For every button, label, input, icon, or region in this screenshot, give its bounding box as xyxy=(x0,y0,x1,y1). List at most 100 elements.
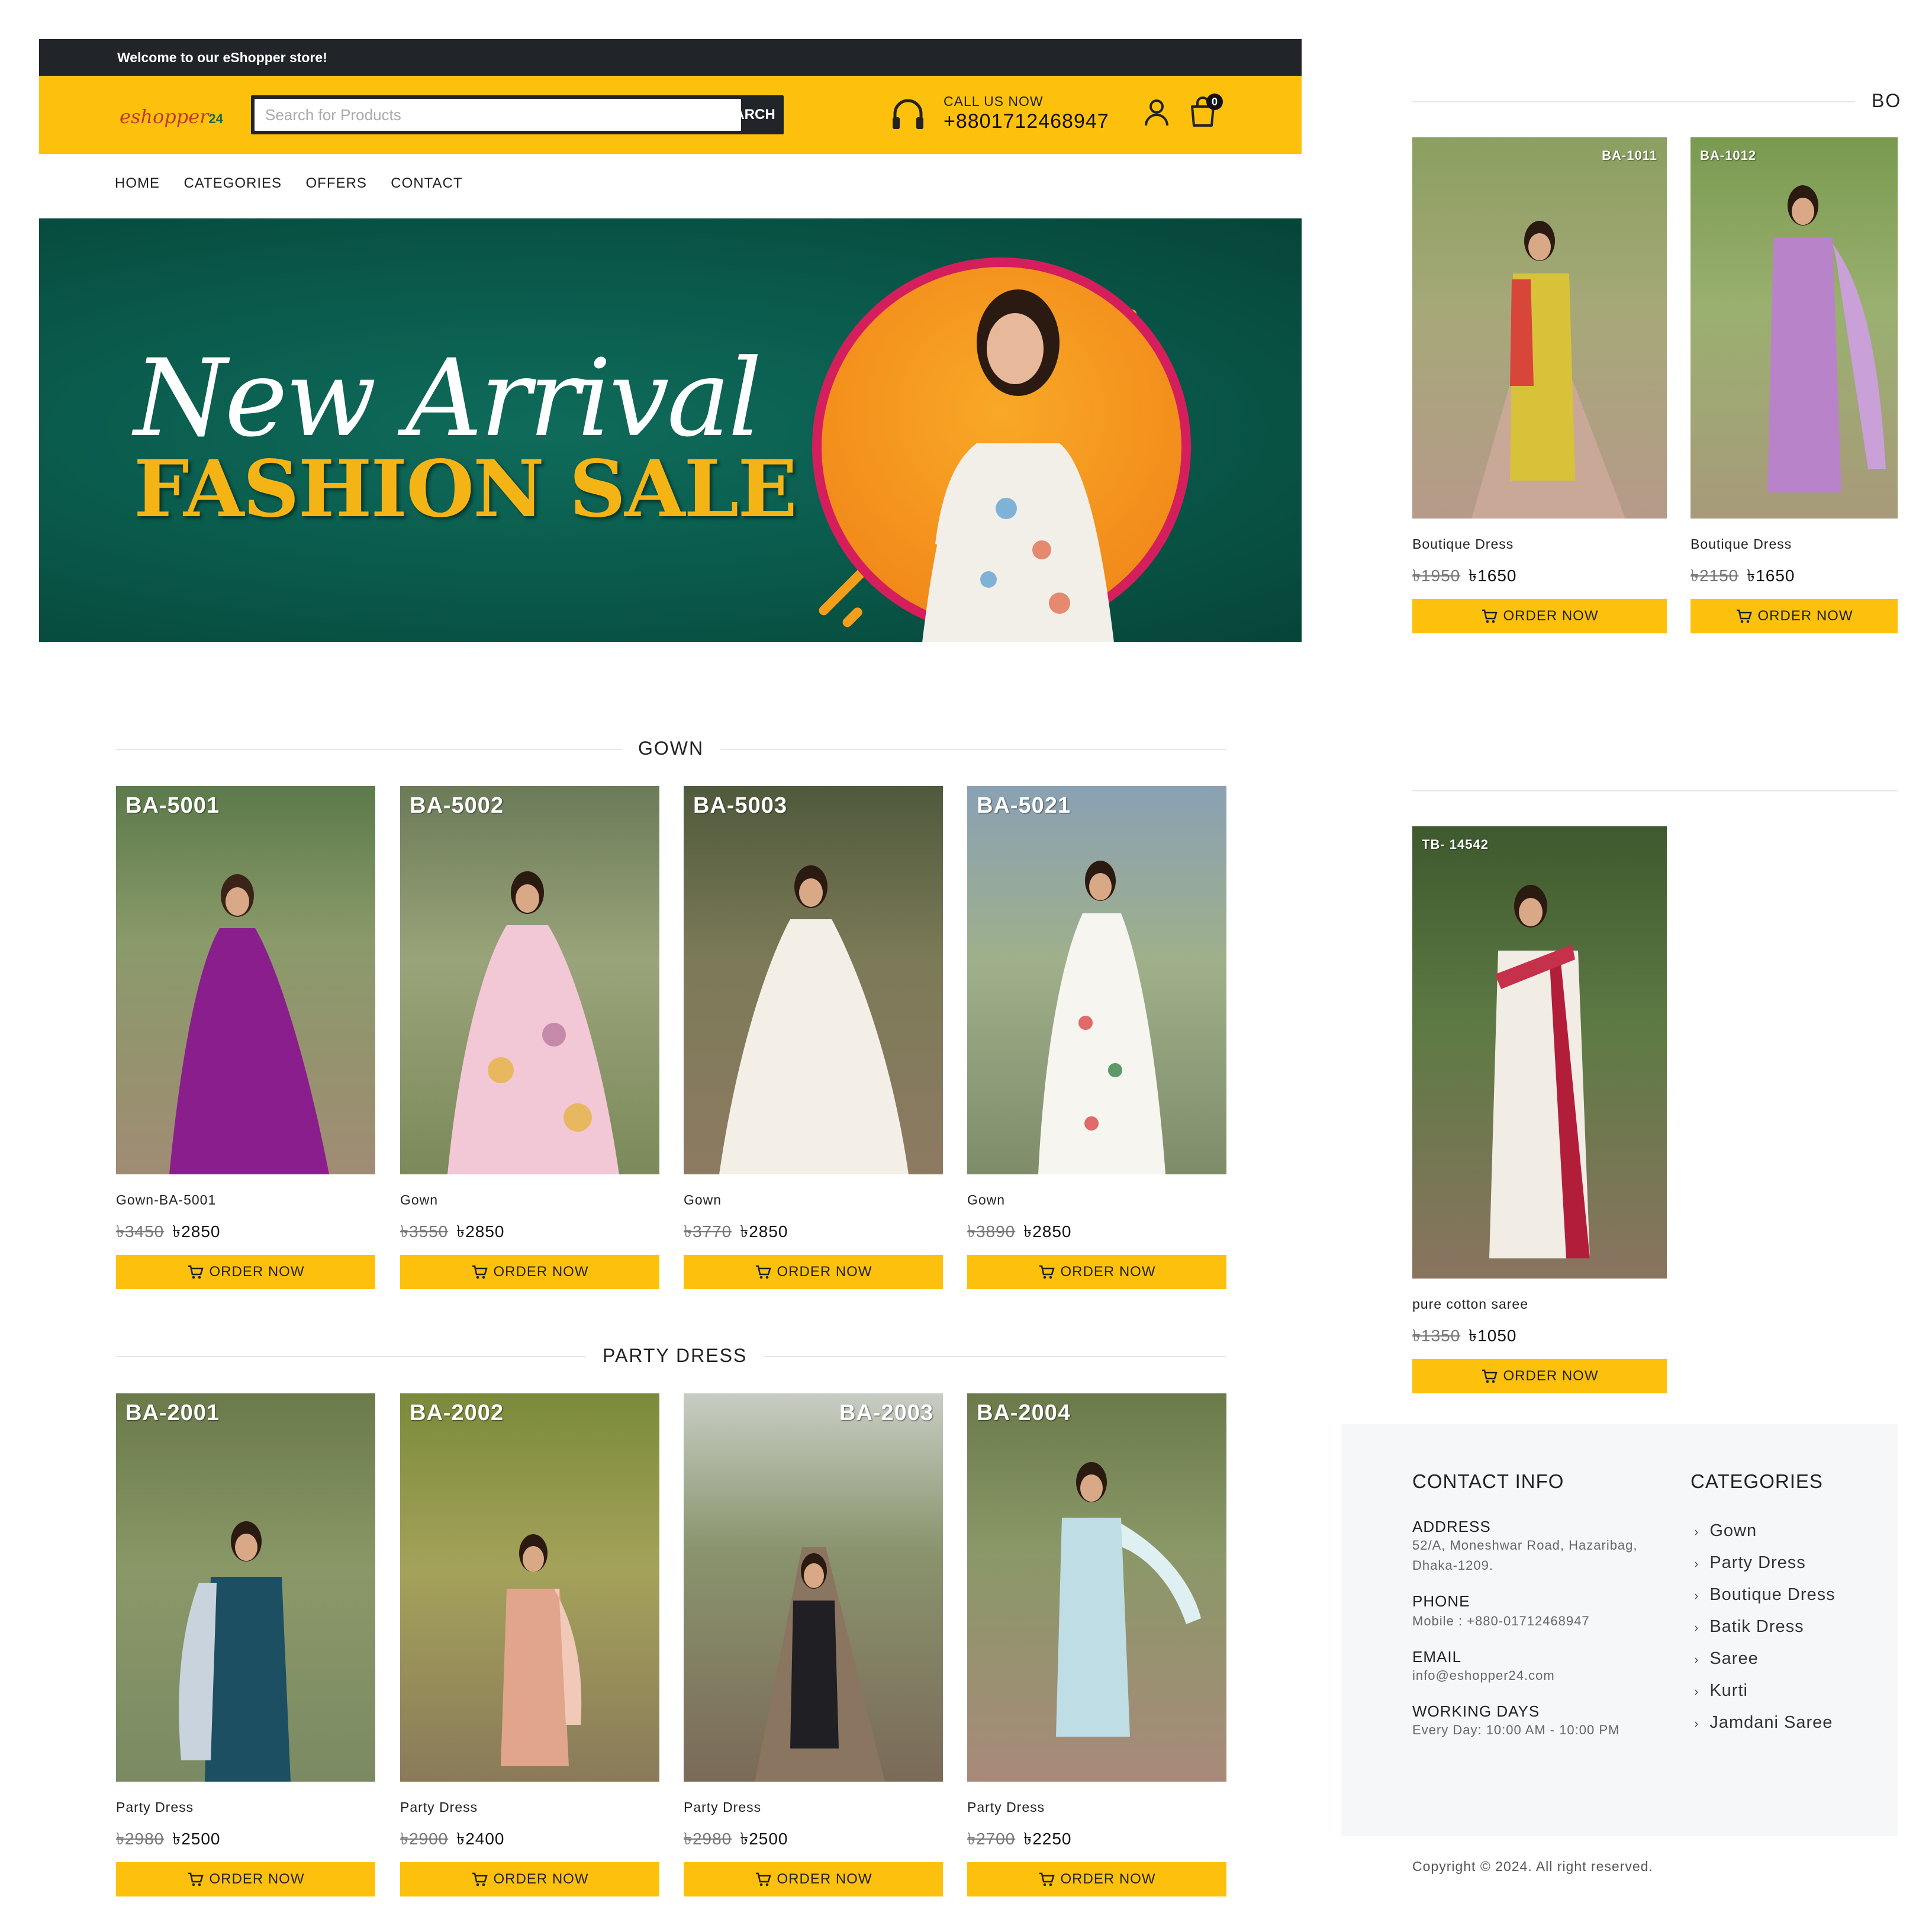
email-value[interactable]: info@eshopper24.com xyxy=(1412,1666,1555,1686)
product-code: BA-5002 xyxy=(410,793,504,818)
product-image[interactable]: BA-5021 xyxy=(967,786,1226,1174)
product-name[interactable]: Gown xyxy=(967,1192,1226,1208)
search-button[interactable]: SEARCH xyxy=(707,95,784,134)
product-photo xyxy=(447,871,619,1174)
new-price: ৳2850 xyxy=(740,1222,788,1241)
product-image[interactable]: TB- 14542 xyxy=(1412,826,1667,1279)
product-photo xyxy=(169,874,329,1174)
product-card[interactable]: BA-1012 Boutique Dress ৳2150 ৳1650 ORDER … xyxy=(1690,137,1898,633)
nav-home[interactable]: HOME xyxy=(115,175,160,192)
order-now-button[interactable]: ORDER NOW xyxy=(1412,599,1667,633)
phone-value[interactable]: Mobile : +880-01712468947 xyxy=(1412,1611,1590,1631)
product-image[interactable]: BA-2004 xyxy=(967,1393,1226,1782)
product-image[interactable]: BA-2002 xyxy=(400,1393,659,1782)
old-price: ৳3550 xyxy=(400,1222,449,1241)
order-now-button[interactable]: ORDER NOW xyxy=(684,1862,943,1896)
contact-info-heading: CONTACT INFO xyxy=(1412,1470,1564,1492)
search-input[interactable] xyxy=(255,99,741,131)
product-name[interactable]: pure cotton saree xyxy=(1412,1296,1667,1312)
product-card[interactable]: BA-2004 Party Dress ৳2700 ৳2250 ORDER NOW xyxy=(967,1393,1226,1896)
footer-category-kurti[interactable]: › Kurti xyxy=(1694,1681,1748,1701)
product-photo xyxy=(1056,1462,1201,1737)
product-image[interactable]: BA-2001 xyxy=(116,1393,375,1782)
product-price: ৳3890 ৳2850 xyxy=(967,1219,1226,1247)
product-name[interactable]: Party Dress xyxy=(400,1799,659,1815)
product-name[interactable]: Boutique Dress xyxy=(1412,536,1667,552)
product-name[interactable]: Party Dress xyxy=(967,1799,1226,1815)
product-card[interactable]: BA-5002 Gown ৳3550 ৳2850 ORDER NOW xyxy=(400,786,659,1289)
product-card[interactable]: BA-2003 Party Dress ৳2980 ৳2500 ORDER NOW xyxy=(684,1393,943,1896)
copyright-text: Copyright © 2024. All right reserved. xyxy=(1412,1859,1653,1874)
product-code: TB- 14542 xyxy=(1422,837,1489,852)
new-price: ৳1650 xyxy=(1747,566,1795,585)
product-image[interactable]: BA-5001 xyxy=(116,786,375,1174)
address-line-1: 52/A, Moneshwar Road, Hazaribag, xyxy=(1412,1538,1638,1553)
old-price: ৳3450 xyxy=(116,1222,165,1241)
footer-category-gown[interactable]: › Gown xyxy=(1694,1521,1757,1541)
nav-categories[interactable]: CATEGORIES xyxy=(183,175,282,192)
product-name[interactable]: Party Dress xyxy=(684,1799,943,1815)
main-nav: HOME CATEGORIES OFFERS CONTACT xyxy=(115,175,484,192)
chevron-right-icon: › xyxy=(1694,1588,1699,1603)
section-divider xyxy=(1412,790,1898,791)
chevron-right-icon: › xyxy=(1694,1524,1699,1539)
new-price: ৳2400 xyxy=(456,1830,505,1848)
product-price: ৳1950 ৳1650 xyxy=(1412,563,1667,591)
categories-heading: CATEGORIES xyxy=(1690,1470,1823,1492)
product-image[interactable]: BA-5002 xyxy=(400,786,659,1174)
nav-contact[interactable]: CONTACT xyxy=(391,175,462,192)
product-image[interactable]: BA-1012 xyxy=(1690,137,1898,519)
product-name[interactable]: Gown xyxy=(400,1192,659,1208)
site-logo[interactable]: eshopper24 xyxy=(120,102,226,131)
order-now-button[interactable]: ORDER NOW xyxy=(116,1862,375,1896)
working-days-label: WORKING DAYS xyxy=(1412,1702,1540,1720)
product-photo xyxy=(1489,885,1590,1258)
product-price: ৳3450 ৳2850 xyxy=(116,1219,375,1247)
order-now-button[interactable]: ORDER NOW xyxy=(1690,599,1898,633)
order-now-button[interactable]: ORDER NOW xyxy=(400,1255,659,1289)
footer-category-saree[interactable]: › Saree xyxy=(1694,1649,1759,1669)
footer-category-party-dress[interactable]: › Party Dress xyxy=(1694,1553,1806,1573)
product-image[interactable]: BA-5003 xyxy=(684,786,943,1174)
banner-subheading: FASHION SALE xyxy=(134,443,797,535)
order-now-button[interactable]: ORDER NOW xyxy=(1412,1359,1667,1393)
product-image[interactable]: BA-2003 xyxy=(684,1393,943,1782)
product-price: ৳2980 ৳2500 xyxy=(116,1826,375,1854)
old-price: ৳2150 xyxy=(1690,566,1739,585)
product-name[interactable]: Gown-BA-5001 xyxy=(116,1192,375,1208)
nav-offers[interactable]: OFFERS xyxy=(305,175,366,192)
product-name[interactable]: Boutique Dress xyxy=(1690,536,1898,552)
call-number[interactable]: +8801712468947 xyxy=(944,110,1109,133)
chevron-right-icon: › xyxy=(1694,1684,1699,1699)
product-card[interactable]: BA-1011 Boutique Dress ৳1950 ৳1650 ORDER … xyxy=(1412,137,1667,633)
product-name[interactable]: Party Dress xyxy=(116,1799,375,1815)
order-now-button[interactable]: ORDER NOW xyxy=(684,1255,943,1289)
user-icon[interactable] xyxy=(1141,97,1172,128)
old-price: ৳2900 xyxy=(400,1830,449,1848)
old-price: ৳1950 xyxy=(1412,566,1461,585)
order-now-button[interactable]: ORDER NOW xyxy=(967,1255,1226,1289)
product-card[interactable]: BA-5001 Gown-BA-5001 ৳3450 ৳2850 ORDER NO… xyxy=(116,786,375,1289)
cart-icon xyxy=(188,1872,204,1886)
new-price: ৳2850 xyxy=(456,1222,505,1241)
email-label: EMAIL xyxy=(1412,1648,1462,1666)
product-card[interactable]: BA-2002 Party Dress ৳2900 ৳2400 ORDER NOW xyxy=(400,1393,659,1896)
old-price: ৳1350 xyxy=(1412,1326,1461,1345)
order-now-button[interactable]: ORDER NOW xyxy=(400,1862,659,1896)
product-photo xyxy=(1038,861,1165,1174)
call-label: CALL US NOW xyxy=(944,94,1044,109)
hero-banner[interactable]: New Arrival FASHION SALE xyxy=(39,218,1302,642)
order-now-button[interactable]: ORDER NOW xyxy=(967,1862,1226,1896)
product-code: BA-2002 xyxy=(410,1400,504,1425)
product-name[interactable]: Gown xyxy=(684,1192,943,1208)
product-card[interactable]: BA-2001 Party Dress ৳2980 ৳2500 ORDER NOW xyxy=(116,1393,375,1896)
product-card[interactable]: BA-5003 Gown ৳3770 ৳2850 ORDER NOW xyxy=(684,786,943,1289)
product-card[interactable]: BA-5021 Gown ৳3890 ৳2850 ORDER NOW xyxy=(967,786,1226,1289)
footer-category-boutique-dress[interactable]: › Boutique Dress xyxy=(1694,1585,1836,1605)
welcome-text: Welcome to our eShopper store! xyxy=(117,50,327,65)
footer-category-jamdani-saree[interactable]: › Jamdani Saree xyxy=(1694,1713,1833,1733)
product-image[interactable]: BA-1011 xyxy=(1412,137,1667,519)
footer-category-batik-dress[interactable]: › Batik Dress xyxy=(1694,1617,1804,1637)
product-card[interactable]: TB- 14542 pure cotton saree ৳1350 ৳1050 O… xyxy=(1412,826,1667,1393)
order-now-button[interactable]: ORDER NOW xyxy=(116,1255,375,1289)
